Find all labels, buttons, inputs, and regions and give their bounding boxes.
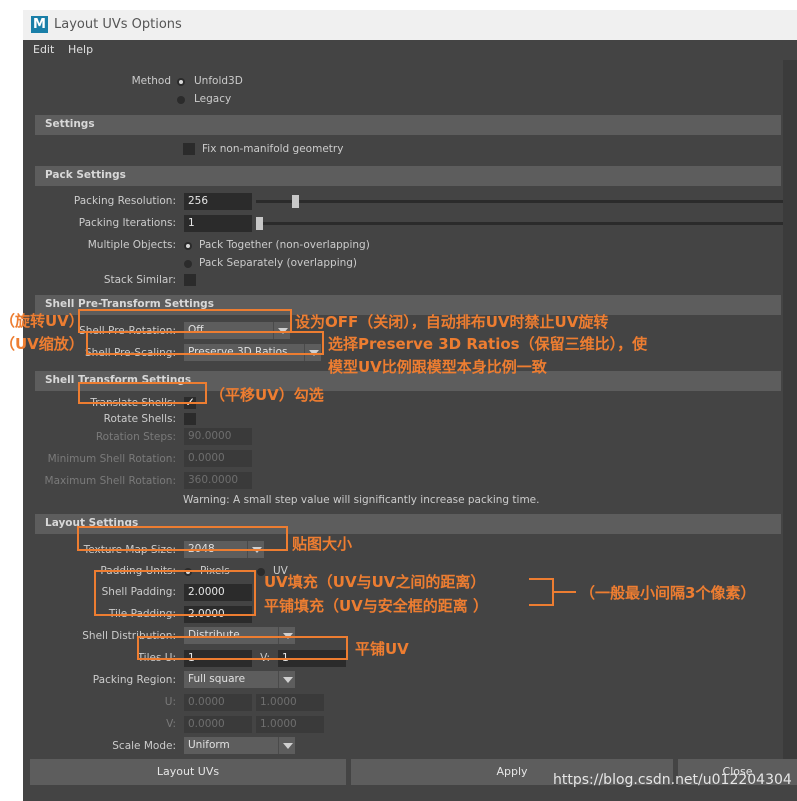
scaling-note-line1: 选择Preserve 3D Ratios（保留三维比），使 — [328, 335, 648, 353]
packing-region-dropdown[interactable]: Full square — [184, 671, 295, 688]
packing-time-warning: Warning: A small step value will signifi… — [183, 494, 540, 506]
method-unfold3d-label: Unfold3D — [194, 75, 243, 87]
rotation-steps-field[interactable]: 90.0000 — [184, 428, 252, 445]
pack-separately-radio[interactable] — [184, 260, 192, 268]
fix-non-manifold-label: Fix non-manifold geometry — [202, 143, 344, 155]
vertical-scrollbar[interactable] — [783, 60, 797, 760]
pack-separately-label: Pack Separately (overlapping) — [199, 257, 358, 269]
fix-non-manifold-checkbox[interactable] — [183, 143, 195, 155]
packing-region-label: Packing Region: — [92, 674, 176, 686]
method-legacy-label: Legacy — [194, 93, 232, 105]
settings-section-header[interactable]: Settings — [35, 115, 781, 135]
scale-mode-label: Scale Mode: — [112, 740, 176, 752]
translate-shells-highlight-box — [78, 382, 207, 404]
translate-note-annotation: （平移UV）勾选 — [210, 386, 324, 404]
pre-rotation-highlight-box — [78, 309, 292, 333]
rotation-left-annotation: （旋转UV） — [0, 312, 84, 330]
shell-padding-note-annotation: UV填充（UV与UV之间的距离） — [264, 573, 486, 591]
maya-logo-icon: M — [31, 16, 48, 33]
rotate-shells-checkbox[interactable] — [184, 413, 196, 425]
pre-scaling-highlight-box — [86, 331, 324, 355]
pack-settings-header-text: Pack Settings — [45, 169, 126, 181]
packing-resolution-slider[interactable] — [256, 200, 783, 203]
region-u-max-field[interactable]: 1.0000 — [256, 694, 324, 711]
region-v-max-field[interactable]: 1.0000 — [256, 716, 324, 733]
packing-resolution-slider-handle[interactable] — [292, 195, 300, 208]
scale-mode-value: Uniform — [188, 739, 230, 751]
method-unfold3d-radio[interactable] — [177, 78, 185, 86]
title-bar[interactable]: M Layout UVs Options — [23, 10, 797, 40]
texture-map-size-highlight-box — [77, 526, 288, 551]
packing-resolution-label: Packing Resolution: — [73, 195, 176, 207]
bracket-bottom-line — [529, 604, 554, 606]
region-u-min-field[interactable]: 0.0000 — [184, 694, 252, 711]
layout-uvs-options-window: M Layout UVs Options Edit Help Method Un… — [23, 10, 797, 801]
padding-bracket-note-annotation: （一般最小间隔3个像素） — [580, 584, 756, 602]
region-v-label: V: — [166, 718, 176, 730]
menu-help[interactable]: Help — [68, 43, 93, 56]
chevron-down-icon — [278, 671, 295, 688]
packing-iterations-slider-handle[interactable] — [256, 217, 263, 230]
multiple-objects-label: Multiple Objects: — [87, 239, 176, 251]
pack-together-label: Pack Together (non-overlapping) — [199, 239, 370, 251]
packing-region-value: Full square — [188, 673, 246, 685]
menu-edit[interactable]: Edit — [33, 43, 54, 56]
chevron-down-icon — [278, 737, 295, 754]
menu-bar: Edit Help — [23, 40, 797, 60]
pack-together-radio[interactable] — [184, 242, 192, 250]
padding-highlight-box — [94, 570, 256, 616]
region-v-min-field[interactable]: 0.0000 — [184, 716, 252, 733]
window-title: Layout UVs Options — [54, 17, 182, 32]
texture-note-annotation: 贴图大小 — [292, 535, 353, 553]
min-shell-rotation-label: Minimum Shell Rotation: — [47, 453, 176, 465]
min-shell-rotation-field[interactable]: 0.0000 — [184, 450, 252, 467]
max-shell-rotation-field[interactable]: 360.0000 — [184, 472, 252, 489]
max-shell-rotation-label: Maximum Shell Rotation: — [44, 475, 176, 487]
stack-similar-label: Stack Similar: — [103, 274, 176, 286]
scaling-left-annotation: （UV缩放） — [0, 335, 84, 353]
stack-similar-checkbox[interactable] — [184, 274, 196, 286]
bracket-top-line — [529, 578, 554, 580]
source-watermark: https://blog.csdn.net/u012204304 — [553, 772, 792, 788]
region-u-label: U: — [164, 696, 176, 708]
rotation-note-annotation: 设为OFF（关闭），自动排布UV时禁止UV旋转 — [295, 313, 609, 331]
tile-padding-note-annotation: 平铺填充（UV与安全框的距离 ） — [264, 597, 489, 615]
method-label: Method — [131, 75, 171, 87]
tiles-note-annotation: 平铺UV — [355, 640, 409, 658]
tiles-highlight-box — [137, 636, 348, 660]
packing-iterations-field[interactable]: 1 — [184, 215, 252, 232]
settings-header-text: Settings — [45, 118, 95, 130]
rotate-shells-label: Rotate Shells: — [103, 413, 176, 425]
pack-settings-section-header[interactable]: Pack Settings — [35, 166, 781, 186]
rotation-steps-label: Rotation Steps: — [95, 431, 176, 443]
packing-iterations-slider[interactable] — [256, 222, 783, 225]
scale-mode-dropdown[interactable]: Uniform — [184, 737, 295, 754]
bracket-pointer-line — [554, 591, 576, 593]
method-legacy-radio[interactable] — [177, 96, 185, 104]
packing-resolution-field[interactable]: 256 — [184, 193, 252, 210]
layout-uvs-button[interactable]: Layout UVs — [30, 759, 346, 785]
packing-iterations-label: Packing Iterations: — [78, 217, 176, 229]
scaling-note-line2: 模型UV比例跟模型本身比例一致 — [328, 358, 547, 376]
